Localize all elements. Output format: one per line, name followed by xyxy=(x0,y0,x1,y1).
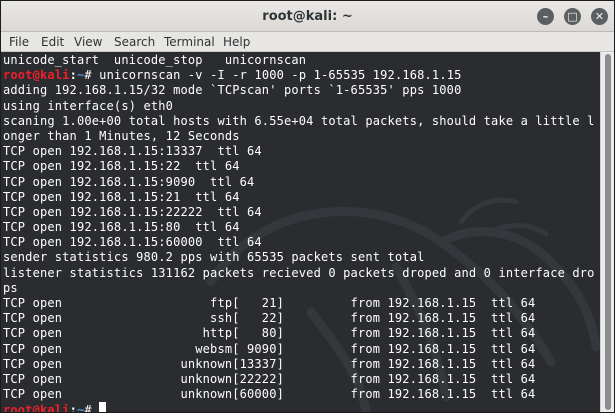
terminal-line: adding 192.168.1.15/32 mode `TCPscan' po… xyxy=(3,83,462,98)
minimize-icon[interactable]: – xyxy=(537,8,554,25)
terminal-line: scaning 1.00e+00 total hosts with 6.55e+… xyxy=(3,113,595,128)
menu-search[interactable]: Search xyxy=(114,32,155,52)
terminal-line: TCP open 192.168.1.15:80 ttl 64 xyxy=(3,220,240,235)
terminal-line: TCP open 192.168.1.15:22222 ttl 64 xyxy=(3,204,262,219)
terminal-line: TCP open websm[ 9090] from 192.168.1.15 … xyxy=(3,341,536,356)
prompt-symbol: # xyxy=(84,403,100,413)
title-bar[interactable]: root@kali: ~ – □ ✕ xyxy=(1,1,614,32)
terminal-line: ps xyxy=(3,280,18,295)
vertical-scrollbar[interactable] xyxy=(600,52,614,412)
command-line: root@kali:~# unicornscan -v -I -r 1000 -… xyxy=(3,68,595,83)
terminal-line: TCP open unknown[13337] from 192.168.1.1… xyxy=(3,356,536,371)
menu-file[interactable]: File xyxy=(9,32,29,52)
menu-bar: File Edit View Search Terminal Help xyxy=(1,32,614,52)
terminal-output[interactable]: unicode_start unicode_stop unicornscan r… xyxy=(1,52,600,413)
terminal-line: unicode_start unicode_stop unicornscan xyxy=(3,53,307,67)
terminal-line: listener statistics 131162 packets recie… xyxy=(3,265,595,280)
terminal-window: root@kali: ~ – □ ✕ File Edit View Search… xyxy=(0,0,615,413)
terminal-line: using interface(s) eth0 xyxy=(3,98,174,113)
terminal-line: TCP open ftp[ 21] from 192.168.1.15 ttl … xyxy=(3,296,536,310)
prompt-symbol: # xyxy=(84,68,100,83)
command-text: unicornscan -v -I -r 1000 -p 1-65535 192… xyxy=(99,68,462,83)
terminal-line: onger than 1 Minutes, 12 Seconds xyxy=(3,128,240,143)
prompt-separator: : xyxy=(69,68,77,83)
terminal-line: TCP open 192.168.1.15:13337 ttl 64 xyxy=(3,144,262,159)
maximize-icon[interactable]: □ xyxy=(564,8,581,25)
menu-edit[interactable]: Edit xyxy=(41,32,64,52)
text-cursor xyxy=(99,402,107,412)
terminal-line: TCP open 192.168.1.15:22 ttl 64 xyxy=(3,159,240,174)
terminal-line: TCP open 192.168.1.15:60000 ttl 64 xyxy=(3,235,262,250)
prompt-user: root@kali xyxy=(3,403,70,413)
menu-view[interactable]: View xyxy=(74,32,102,52)
terminal-line: TCP open unknown[60000] from 192.168.1.1… xyxy=(3,387,536,402)
terminal-line: TCP open 192.168.1.15:9090 ttl 64 xyxy=(3,174,255,189)
current-prompt-line[interactable]: root@kali:~# xyxy=(3,402,595,413)
terminal-line: TCP open unknown[22222] from 192.168.1.1… xyxy=(3,371,536,386)
prompt-user: root@kali xyxy=(3,68,70,83)
close-icon[interactable]: ✕ xyxy=(591,8,608,25)
menu-help[interactable]: Help xyxy=(223,32,250,52)
terminal-line: sender statistics 980.2 pps with 65535 p… xyxy=(3,250,425,265)
window-title: root@kali: ~ xyxy=(262,9,353,24)
terminal-line: TCP open ssh[ 22] from 192.168.1.15 ttl … xyxy=(3,311,536,326)
menu-terminal[interactable]: Terminal xyxy=(164,32,215,52)
scrollbar-thumb[interactable] xyxy=(605,54,611,410)
terminal-line: TCP open http[ 80] from 192.168.1.15 ttl… xyxy=(3,326,536,341)
terminal-line: TCP open 192.168.1.15:21 ttl 64 xyxy=(3,189,240,204)
prompt-separator: : xyxy=(69,403,77,413)
